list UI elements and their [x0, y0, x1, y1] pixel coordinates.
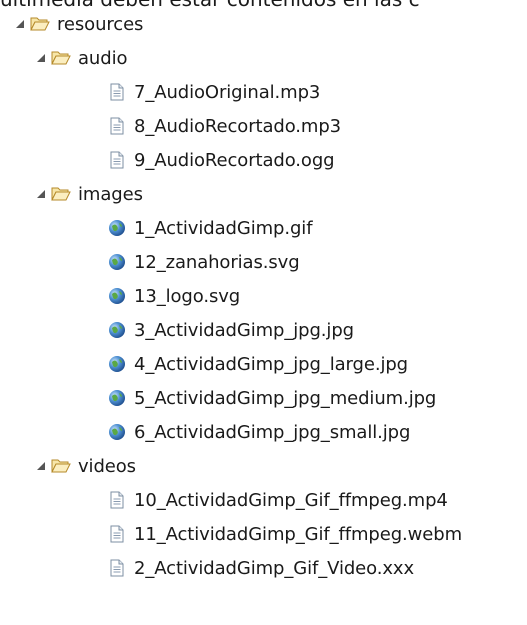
file-label: 5_ActividadGimp_jpg_medium.jpg: [134, 387, 437, 409]
tree-node-label: resources: [57, 13, 144, 35]
tree-file-item[interactable]: 10_ActividadGimp_Gif_ffmpeg.mp4: [107, 483, 448, 517]
tree-node-label: audio: [78, 47, 128, 69]
globe-file-icon: [107, 218, 127, 238]
tree-file-item[interactable]: 13_logo.svg: [107, 279, 240, 313]
tree-node-videos[interactable]: videos: [31, 449, 136, 483]
text-file-icon: [107, 490, 127, 510]
text-file-icon: [107, 150, 127, 170]
expand-triangle-icon[interactable]: [10, 7, 30, 41]
file-label: 11_ActividadGimp_Gif_ffmpeg.webm: [134, 523, 462, 545]
tree-file-item[interactable]: 8_AudioRecortado.mp3: [107, 109, 341, 143]
file-label: 2_ActividadGimp_Gif_Video.xxx: [134, 557, 415, 579]
expand-triangle-icon[interactable]: [31, 177, 51, 211]
tree-file-item[interactable]: 11_ActividadGimp_Gif_ffmpeg.webm: [107, 517, 462, 551]
tree-file-item[interactable]: 12_zanahorias.svg: [107, 245, 300, 279]
file-label: 10_ActividadGimp_Gif_ffmpeg.mp4: [134, 489, 448, 511]
file-label: 7_AudioOriginal.mp3: [134, 81, 321, 103]
text-file-icon: [107, 82, 127, 102]
folder-open-icon: [51, 456, 71, 476]
expand-triangle-icon[interactable]: [31, 449, 51, 483]
folder-open-icon: [30, 14, 50, 34]
tree-file-item[interactable]: 5_ActividadGimp_jpg_medium.jpg: [107, 381, 436, 415]
globe-file-icon: [107, 286, 127, 306]
file-label: 3_ActividadGimp_jpg.jpg: [134, 319, 354, 341]
tree-node-label: images: [78, 183, 143, 205]
tree-file-item[interactable]: 4_ActividadGimp_jpg_large.jpg: [107, 347, 408, 381]
text-file-icon: [107, 558, 127, 578]
folder-open-icon: [51, 48, 71, 68]
globe-file-icon: [107, 320, 127, 340]
tree-file-item[interactable]: 1_ActividadGimp.gif: [107, 211, 313, 245]
text-file-icon: [107, 116, 127, 136]
tree-file-item[interactable]: 3_ActividadGimp_jpg.jpg: [107, 313, 354, 347]
globe-file-icon: [107, 388, 127, 408]
tree-file-item[interactable]: 9_AudioRecortado.ogg: [107, 143, 335, 177]
file-label: 6_ActividadGimp_jpg_small.jpg: [134, 421, 411, 443]
tree-file-item[interactable]: 6_ActividadGimp_jpg_small.jpg: [107, 415, 410, 449]
tree-file-item[interactable]: 7_AudioOriginal.mp3: [107, 75, 320, 109]
expand-triangle-icon[interactable]: [31, 41, 51, 75]
file-label: 1_ActividadGimp.gif: [134, 217, 313, 239]
file-label: 9_AudioRecortado.ogg: [134, 149, 335, 171]
tree-node-resources[interactable]: resources: [10, 7, 143, 41]
file-label: 12_zanahorias.svg: [134, 251, 300, 273]
text-file-icon: [107, 524, 127, 544]
globe-file-icon: [107, 422, 127, 442]
folder-open-icon: [51, 184, 71, 204]
tree-node-images[interactable]: images: [31, 177, 143, 211]
globe-file-icon: [107, 252, 127, 272]
globe-file-icon: [107, 354, 127, 374]
file-label: 8_AudioRecortado.mp3: [134, 115, 342, 137]
file-label: 4_ActividadGimp_jpg_large.jpg: [134, 353, 408, 375]
file-label: 13_logo.svg: [134, 285, 241, 307]
tree-node-audio[interactable]: audio: [31, 41, 127, 75]
tree-node-label: videos: [78, 455, 136, 477]
tree-file-item[interactable]: 2_ActividadGimp_Gif_Video.xxx: [107, 551, 414, 585]
